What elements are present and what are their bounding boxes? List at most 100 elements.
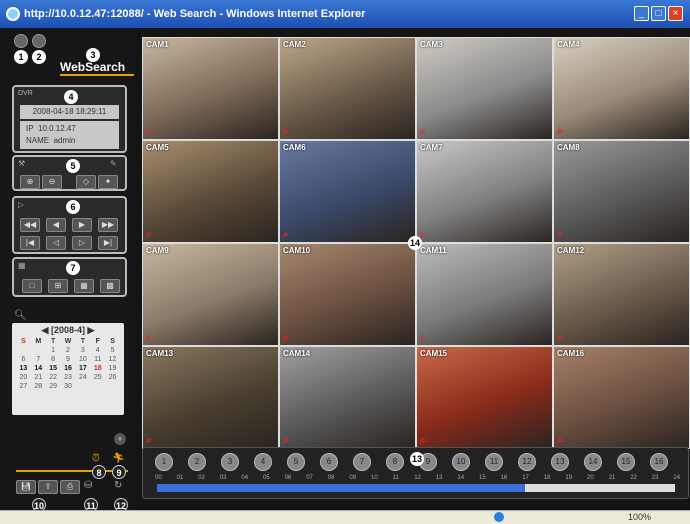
calendar-day[interactable]: 5 [105, 347, 120, 354]
calendar-day[interactable]: 15 [46, 365, 61, 372]
calendar-day[interactable]: 30 [61, 383, 76, 390]
channel-button[interactable]: 12 [518, 453, 536, 471]
channel-button[interactable]: 11 [485, 453, 503, 471]
calendar-day[interactable]: 11 [90, 356, 105, 363]
calendar-day[interactable]: 6 [16, 356, 31, 363]
channel-button[interactable]: 1 [155, 453, 173, 471]
magnifier-icon[interactable]: ⌕ [146, 126, 152, 137]
magnifier-icon[interactable]: ⌕ [557, 126, 563, 137]
back-icon[interactable] [32, 34, 46, 48]
step-back-button[interactable]: ◁ [46, 236, 66, 250]
calendar-day[interactable]: 8 [46, 356, 61, 363]
first-frame-button[interactable]: |◀ [20, 236, 40, 250]
export-button[interactable]: ⇪ [38, 480, 58, 494]
add-button[interactable]: + [114, 433, 126, 445]
refresh-icon[interactable]: ↻ [114, 480, 122, 491]
channel-button[interactable]: 3 [221, 453, 239, 471]
calendar-day[interactable]: 12 [105, 356, 120, 363]
motion-icon[interactable]: 🏃︎ [112, 453, 125, 464]
camera-tile[interactable]: CAM4 ⌕ [553, 37, 690, 140]
camera-tile[interactable]: CAM2 ⌕ [279, 37, 416, 140]
calendar-day[interactable]: 18 [90, 365, 105, 372]
layout-4x4-button[interactable]: ▩ [100, 279, 120, 293]
print-button[interactable]: ⎙ [60, 480, 80, 494]
calendar-day[interactable]: 16 [61, 365, 76, 372]
focus-button[interactable]: ◇ [76, 175, 96, 189]
next-month-button[interactable]: ▶ [88, 325, 95, 335]
calendar-day[interactable]: 25 [90, 374, 105, 381]
magnifier-icon[interactable]: ⌕ [283, 126, 289, 137]
layout-1x1-button[interactable]: □ [22, 279, 42, 293]
calendar-day[interactable]: 17 [75, 365, 90, 372]
magnifier-icon[interactable]: ⌕ [420, 126, 426, 137]
step-forward-button[interactable]: ▷ [72, 236, 92, 250]
backup-icon[interactable]: ⛁ [84, 480, 92, 491]
channel-button[interactable]: 6 [320, 453, 338, 471]
prev-month-button[interactable]: ◀ [42, 325, 49, 335]
camera-tile[interactable]: CAM15 ⌕ [416, 346, 553, 449]
calendar-day[interactable]: 7 [31, 356, 46, 363]
channel-button[interactable]: 7 [353, 453, 371, 471]
save-button[interactable]: 💾︎ [16, 480, 36, 494]
calendar-day[interactable]: 14 [31, 365, 46, 372]
alarm-icon[interactable]: ⏰︎ [92, 453, 100, 464]
channel-button[interactable]: 13 [551, 453, 569, 471]
calendar-day[interactable]: 24 [75, 374, 90, 381]
zoom-in-button[interactable]: ⊕ [20, 175, 40, 189]
magnifier-icon[interactable]: ⌕ [283, 435, 289, 446]
channel-button[interactable]: 14 [584, 453, 602, 471]
fast-rewind-button[interactable]: ◀◀ [20, 218, 40, 232]
channel-button[interactable]: 16 [650, 453, 668, 471]
home-icon[interactable] [14, 34, 28, 48]
calendar-day[interactable]: 20 [16, 374, 31, 381]
camera-tile[interactable]: CAM11 ⌕ [416, 243, 553, 346]
camera-tile[interactable]: CAM13 ⌕ [142, 346, 279, 449]
calendar-day[interactable]: 4 [90, 347, 105, 354]
channel-button[interactable]: 15 [617, 453, 635, 471]
layout-3x3-button[interactable]: ▦ [74, 279, 94, 293]
calendar-day[interactable]: 28 [31, 383, 46, 390]
calendar-day[interactable]: 26 [105, 374, 120, 381]
camera-tile[interactable]: CAM8 ⌕ [553, 140, 690, 243]
camera-tile[interactable]: CAM7 ⌕ [416, 140, 553, 243]
magnifier-icon[interactable]: ⌕ [420, 332, 426, 343]
play-button[interactable]: ▶ [72, 218, 92, 232]
camera-tile[interactable]: CAM9 ⌕ [142, 243, 279, 346]
layout-2x2-button[interactable]: ⊞ [48, 279, 68, 293]
channel-button[interactable]: 8 [386, 453, 404, 471]
calendar-day[interactable]: 13 [16, 365, 31, 372]
calendar-day[interactable]: 29 [46, 383, 61, 390]
calendar-day[interactable]: 27 [16, 383, 31, 390]
magnifier-icon[interactable]: ⌕ [557, 229, 563, 240]
magnifier-icon[interactable]: ⌕ [557, 332, 563, 343]
magnifier-icon[interactable]: ⌕ [557, 435, 563, 446]
camera-tile[interactable]: CAM3 ⌕ [416, 37, 553, 140]
magnifier-icon[interactable]: ⌕ [283, 229, 289, 240]
calendar-day[interactable]: 9 [61, 356, 76, 363]
calendar-day[interactable]: 2 [61, 347, 76, 354]
camera-tile[interactable]: CAM6 ⌕ [279, 140, 416, 243]
camera-tile[interactable]: CAM5 ⌕ [142, 140, 279, 243]
magnifier-icon[interactable]: ⌕ [283, 332, 289, 343]
calendar-day[interactable]: 23 [61, 374, 76, 381]
zoom-level[interactable]: 100% [628, 512, 651, 522]
channel-button[interactable]: 4 [254, 453, 272, 471]
camera-tile[interactable]: CAM12 ⌕ [553, 243, 690, 346]
camera-tile[interactable]: CAM10 ⌕ [279, 243, 416, 346]
channel-button[interactable]: 2 [188, 453, 206, 471]
last-frame-button[interactable]: ▶| [98, 236, 118, 250]
fast-forward-button[interactable]: ▶▶ [98, 218, 118, 232]
edit-icon[interactable]: ✎ [110, 159, 117, 168]
camera-tile[interactable]: CAM14 ⌕ [279, 346, 416, 449]
magnifier-icon[interactable]: ⌕ [146, 332, 152, 343]
timeline-track[interactable] [157, 484, 675, 492]
minimize-button[interactable]: _ [634, 6, 649, 21]
zoom-out-button[interactable]: ⊖ [42, 175, 62, 189]
calendar-day[interactable]: 19 [105, 365, 120, 372]
reverse-play-button[interactable]: ◀ [46, 218, 66, 232]
settings-button[interactable]: ✦ [98, 175, 118, 189]
camera-tile[interactable]: CAM16 ⌕ [553, 346, 690, 449]
channel-button[interactable]: 5 [287, 453, 305, 471]
channel-button[interactable]: 10 [452, 453, 470, 471]
magnifier-icon[interactable]: ⌕ [420, 435, 426, 446]
